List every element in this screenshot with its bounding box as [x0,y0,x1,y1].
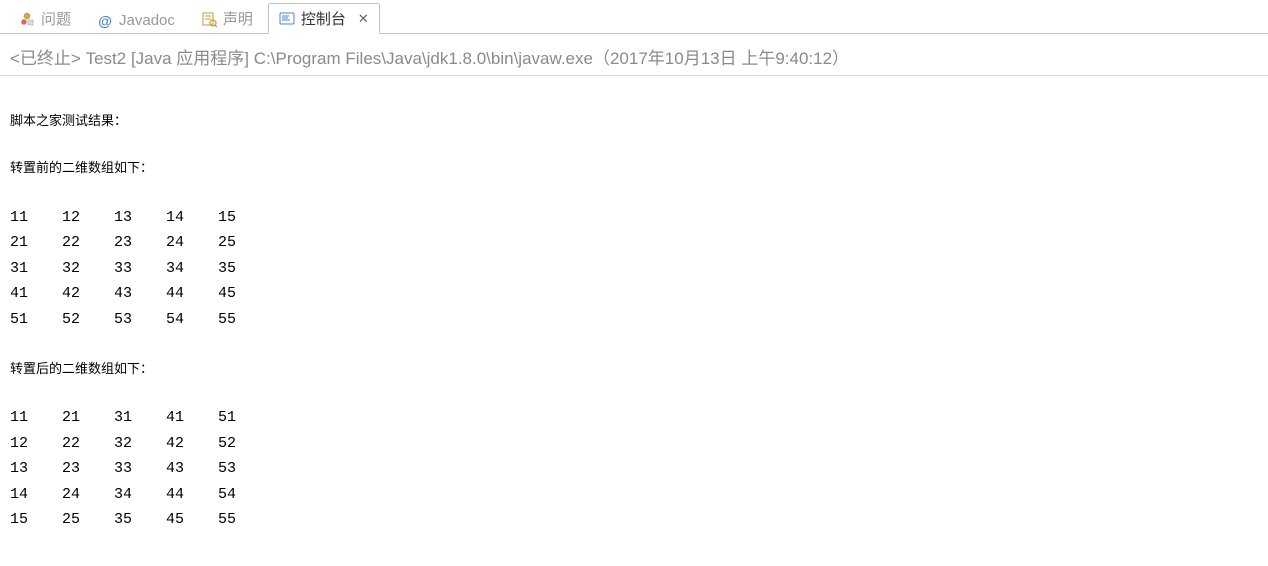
matrix-cell: 44 [166,482,218,508]
matrix-cell: 25 [62,507,114,533]
tab-bar: 问题 @ Javadoc 声明 [0,0,1268,34]
matrix-cell: 51 [218,405,270,431]
tab-declaration[interactable]: 声明 [190,3,264,33]
matrix-cell: 34 [114,482,166,508]
console-output: 脚本之家测试结果： 转置前的二维数组如下： 111213141521222324… [0,76,1268,566]
matrix-cell: 35 [218,256,270,282]
matrix-cell: 33 [114,456,166,482]
matrix-cell: 13 [114,205,166,231]
matrix-row: 1525354555 [10,507,1258,533]
matrix-cell: 23 [114,230,166,256]
matrix-row: 1323334353 [10,456,1258,482]
matrix-cell: 43 [166,456,218,482]
tab-javadoc[interactable]: @ Javadoc [86,7,186,33]
matrix-cell: 42 [62,281,114,307]
matrix-cell: 33 [114,256,166,282]
matrix-row: 3132333435 [10,256,1258,282]
matrix-cell: 22 [62,230,114,256]
matrix-cell: 12 [62,205,114,231]
javadoc-icon: @ [97,13,113,29]
matrix-row: 1121314151 [10,405,1258,431]
matrix-cell: 24 [166,230,218,256]
matrix-cell: 11 [10,205,62,231]
matrix-cell: 22 [62,431,114,457]
close-icon[interactable]: ✕ [358,11,369,27]
tab-label: 控制台 [301,8,346,29]
matrix-cell: 12 [10,431,62,457]
matrix-cell: 55 [218,507,270,533]
matrix-cell: 44 [166,281,218,307]
tab-problems[interactable]: 问题 [8,3,82,33]
matrix-row: 4142434445 [10,281,1258,307]
after-heading: 转置后的二维数组如下： [10,358,1258,380]
matrix-cell: 24 [62,482,114,508]
matrix-cell: 32 [114,431,166,457]
matrix-row: 5152535455 [10,307,1258,333]
matrix-cell: 54 [218,482,270,508]
matrix-cell: 25 [218,230,270,256]
matrix-cell: 11 [10,405,62,431]
matrix-cell: 13 [10,456,62,482]
output-title: 脚本之家测试结果： [10,110,1258,132]
matrix-cell: 14 [166,205,218,231]
matrix-row: 1112131415 [10,205,1258,231]
matrix-cell: 34 [166,256,218,282]
status-line: <已终止> Test2 [Java 应用程序] C:\Program Files… [0,34,1268,76]
tab-console[interactable]: 控制台 ✕ [268,3,380,34]
matrix-cell: 21 [62,405,114,431]
matrix-cell: 41 [10,281,62,307]
matrix-cell: 32 [62,256,114,282]
tab-label: Javadoc [119,12,175,29]
matrix-cell: 21 [10,230,62,256]
matrix-cell: 52 [218,431,270,457]
matrix-cell: 54 [166,307,218,333]
tab-label: 声明 [223,8,253,29]
matrix-cell: 45 [218,281,270,307]
status-prefix: <已终止> [10,49,86,68]
console-icon [279,11,295,27]
matrix-cell: 53 [114,307,166,333]
svg-text:@: @ [98,13,112,29]
matrix-row: 1222324252 [10,431,1258,457]
matrix-cell: 15 [218,205,270,231]
matrix-cell: 43 [114,281,166,307]
matrix-cell: 45 [166,507,218,533]
matrix-cell: 14 [10,482,62,508]
matrix-cell: 51 [10,307,62,333]
matrix-cell: 23 [62,456,114,482]
matrix-row: 1424344454 [10,482,1258,508]
problems-icon [19,11,35,27]
before-matrix: 1112131415212223242531323334354142434445… [10,205,1258,333]
matrix-cell: 41 [166,405,218,431]
declaration-icon [201,11,217,27]
matrix-cell: 53 [218,456,270,482]
matrix-cell: 42 [166,431,218,457]
matrix-cell: 31 [114,405,166,431]
matrix-cell: 52 [62,307,114,333]
tab-label: 问题 [41,8,71,29]
before-heading: 转置前的二维数组如下： [10,157,1258,179]
matrix-cell: 31 [10,256,62,282]
status-text: Test2 [Java 应用程序] C:\Program Files\Java\… [86,49,849,68]
matrix-cell: 55 [218,307,270,333]
matrix-cell: 35 [114,507,166,533]
matrix-cell: 15 [10,507,62,533]
after-matrix: 1121314151122232425213233343531424344454… [10,405,1258,533]
matrix-row: 2122232425 [10,230,1258,256]
